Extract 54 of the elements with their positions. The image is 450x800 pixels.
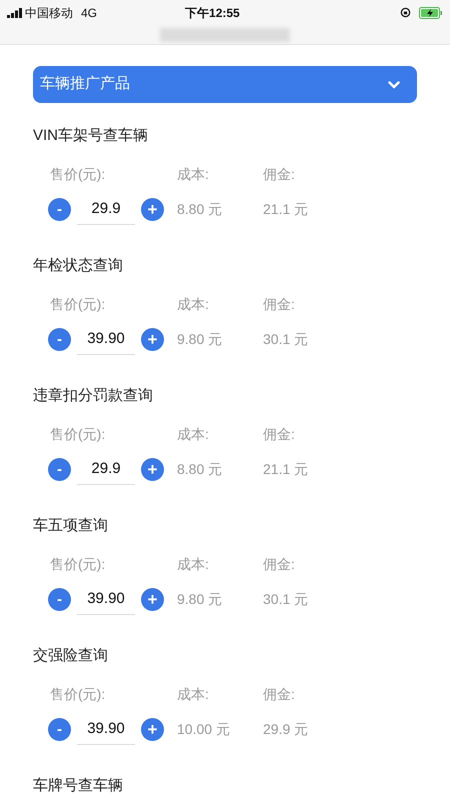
rotation-lock-icon <box>400 7 411 18</box>
price-input[interactable]: 39.90 <box>77 583 135 615</box>
cost-value: 8.80 元 <box>177 460 222 479</box>
commission-label: 佣金: <box>263 165 295 184</box>
cost-label: 成本: <box>177 295 209 314</box>
cost-value: 9.80 元 <box>177 590 222 609</box>
decrement-button[interactable]: - <box>48 328 71 350</box>
product-title: 交强险查询 <box>32 646 109 666</box>
product-title: VIN车架号查车辆 <box>32 126 150 146</box>
commission-value: 30.1 元 <box>263 590 308 609</box>
commission-label: 佣金: <box>263 425 295 444</box>
price-label: 售价(元): <box>49 425 106 444</box>
cost-label: 成本: <box>177 685 209 704</box>
commission-label: 佣金: <box>263 685 295 704</box>
price-input[interactable]: 29.9 <box>77 453 135 485</box>
increment-button[interactable]: + <box>141 328 164 350</box>
carrier-text: 中国移动 <box>25 4 73 22</box>
cost-value: 9.80 元 <box>177 330 222 349</box>
cost-label: 成本: <box>177 425 209 444</box>
price-input[interactable]: 39.90 <box>77 323 135 355</box>
battery-icon <box>419 6 443 18</box>
cost-label: 成本: <box>177 555 209 574</box>
increment-button[interactable]: + <box>141 718 164 740</box>
product-title: 年检状态查询 <box>32 256 124 276</box>
increment-button[interactable]: + <box>141 458 164 480</box>
price-input[interactable]: 39.90 <box>77 713 135 745</box>
cost-value: 8.80 元 <box>177 200 222 219</box>
cost-label: 成本: <box>177 165 209 184</box>
product-title: 违章扣分罚款查询 <box>32 386 154 406</box>
commission-value: 21.1 元 <box>263 460 308 479</box>
price-label: 售价(元): <box>49 685 106 704</box>
increment-button[interactable]: + <box>141 588 164 610</box>
network-text: 4G <box>81 4 98 22</box>
increment-button[interactable]: + <box>141 198 164 220</box>
price-input[interactable]: 29.9 <box>77 193 135 225</box>
commission-value: 21.1 元 <box>263 200 308 219</box>
chevron-down-icon <box>388 80 400 88</box>
cost-value: 10.00 元 <box>177 720 230 739</box>
signal-icon <box>7 8 23 18</box>
commission-label: 佣金: <box>263 295 295 314</box>
decrement-button[interactable]: - <box>48 198 71 220</box>
decrement-button[interactable]: - <box>48 718 71 740</box>
product-title: 车五项查询 <box>32 516 109 536</box>
commission-value: 30.1 元 <box>263 330 308 349</box>
price-label: 售价(元): <box>49 165 106 184</box>
decrement-button[interactable]: - <box>48 458 71 480</box>
commission-label: 佣金: <box>263 555 295 574</box>
price-label: 售价(元): <box>49 555 106 574</box>
commission-value: 29.9 元 <box>263 720 308 739</box>
product-title: 车牌号查车辆 <box>32 776 124 796</box>
price-label: 售价(元): <box>49 295 106 314</box>
time-text: 下午12:55 <box>185 4 240 22</box>
category-select[interactable]: 车辆推广产品 <box>33 66 417 103</box>
decrement-button[interactable]: - <box>48 588 71 610</box>
